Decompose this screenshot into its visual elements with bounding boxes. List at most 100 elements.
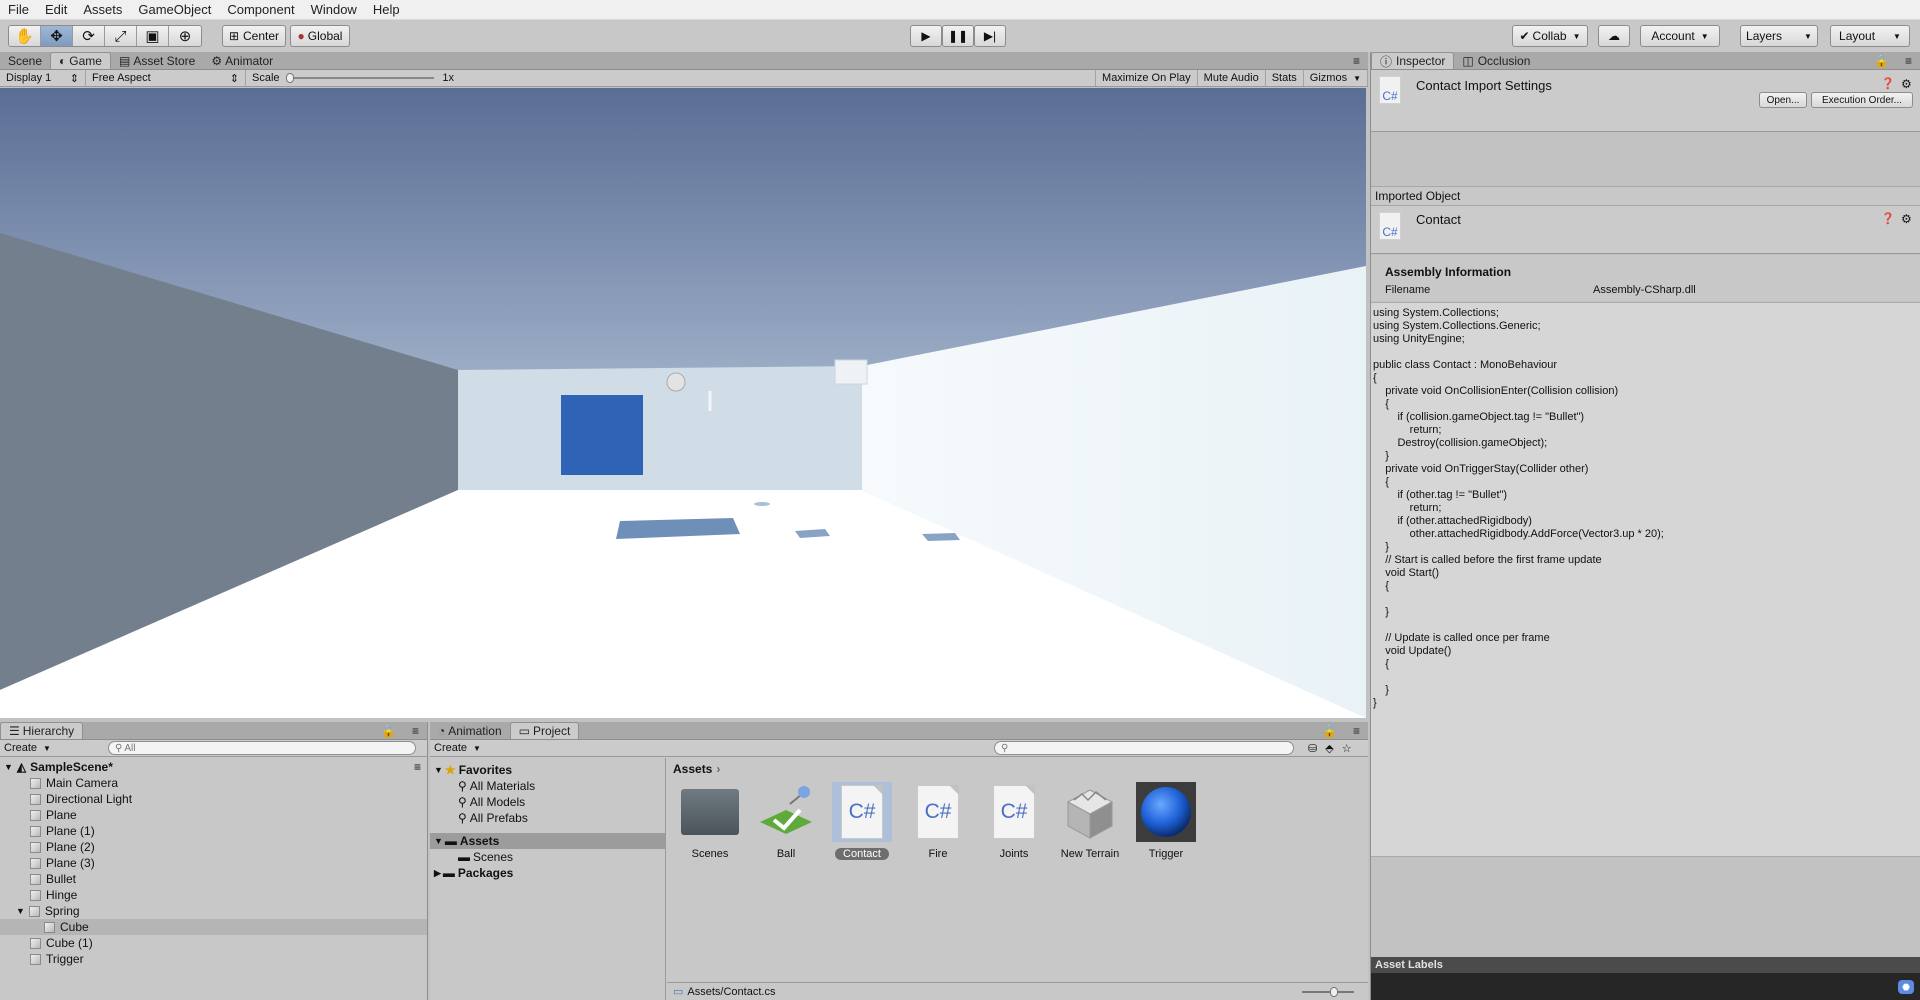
expand-arrow-icon[interactable]: ▼ bbox=[16, 906, 25, 916]
help-icon[interactable]: ❓ bbox=[1881, 212, 1895, 225]
execution-order-button[interactable]: Execution Order... bbox=[1811, 92, 1913, 108]
hierarchy-item[interactable]: ▼ Spring bbox=[0, 903, 427, 919]
panel-menu-icon[interactable]: ≡ bbox=[1897, 52, 1920, 69]
filter-type-icon[interactable]: ⛁ bbox=[1308, 742, 1317, 755]
stats-toggle[interactable]: Stats bbox=[1266, 70, 1304, 86]
maximize-on-play-toggle[interactable]: Maximize On Play bbox=[1095, 70, 1198, 86]
aspect-dropdown[interactable]: Free Aspect ⇕ bbox=[86, 70, 246, 86]
asset-ball[interactable]: Ball bbox=[749, 782, 823, 860]
menu-component[interactable]: Component bbox=[219, 2, 302, 17]
favorite-star-icon[interactable]: ☆ bbox=[1342, 742, 1352, 755]
hierarchy-item[interactable]: Directional Light bbox=[0, 791, 427, 807]
hierarchy-item[interactable]: Plane (3) bbox=[0, 855, 427, 871]
hierarchy-item[interactable]: Hinge bbox=[0, 887, 427, 903]
expand-arrow-icon[interactable]: ▼ bbox=[434, 836, 443, 846]
expand-arrow-icon[interactable]: ▼ bbox=[434, 765, 443, 775]
hierarchy-item[interactable]: Trigger bbox=[0, 951, 427, 967]
panel-menu-icon[interactable]: ≡ bbox=[1345, 722, 1368, 739]
pivot-center-button[interactable]: ⊞ Center bbox=[222, 25, 286, 47]
open-button[interactable]: Open... bbox=[1759, 92, 1807, 108]
menu-assets[interactable]: Assets bbox=[75, 2, 130, 17]
move-tool-icon[interactable]: ✥ bbox=[41, 26, 73, 46]
tab-animation[interactable]: ◔ Animation bbox=[430, 722, 510, 739]
scale-tool-icon[interactable]: ⤢ bbox=[105, 26, 137, 46]
settings-gear-icon[interactable]: ⚙ bbox=[1901, 77, 1912, 91]
collab-dropdown[interactable]: ✔ Collab ▼ bbox=[1512, 25, 1588, 47]
account-dropdown[interactable]: Account ▼ bbox=[1640, 25, 1720, 47]
layout-dropdown[interactable]: Layout ▼ bbox=[1830, 25, 1910, 47]
lock-icon[interactable]: 🔒 bbox=[1314, 722, 1345, 739]
step-button[interactable]: ▶| bbox=[974, 25, 1006, 47]
lock-icon[interactable]: 🔒 bbox=[1866, 52, 1897, 69]
packages-folder-row[interactable]: ▶ ▬ Packages bbox=[430, 865, 665, 881]
label-tag-icon[interactable]: ⬣ bbox=[1898, 980, 1914, 994]
hierarchy-item[interactable]: Plane bbox=[0, 807, 427, 823]
expand-arrow-icon[interactable]: ▼ bbox=[4, 762, 13, 772]
assets-folder-row[interactable]: ▼ ▬ Assets bbox=[430, 833, 665, 849]
asset-new-terrain[interactable]: New Terrain bbox=[1053, 782, 1127, 860]
expand-arrow-icon[interactable]: ▶ bbox=[434, 868, 441, 879]
favorite-all-models[interactable]: ⚲ All Models bbox=[430, 794, 665, 810]
scene-row[interactable]: ▼ ◭ SampleScene* ≡ bbox=[0, 759, 427, 775]
hierarchy-item[interactable]: Cube bbox=[0, 919, 427, 935]
mute-audio-toggle[interactable]: Mute Audio bbox=[1198, 70, 1266, 86]
help-icon[interactable]: ❓ bbox=[1881, 77, 1895, 90]
hierarchy-item[interactable]: Plane (1) bbox=[0, 823, 427, 839]
panel-menu-icon[interactable]: ≡ bbox=[404, 722, 427, 739]
hierarchy-search-input[interactable]: ⚲ All bbox=[108, 741, 416, 755]
rect-tool-icon[interactable]: ▣ bbox=[137, 26, 169, 46]
panel-menu-icon[interactable]: ≡ bbox=[1345, 52, 1368, 69]
scenes-folder-row[interactable]: ▬ Scenes bbox=[430, 849, 665, 865]
favorite-all-materials[interactable]: ⚲ All Materials bbox=[430, 778, 665, 794]
tab-game[interactable]: ◐ Game bbox=[50, 52, 111, 69]
asset-fire[interactable]: C# Fire bbox=[901, 782, 975, 860]
display-dropdown[interactable]: Display 1 ⇕ bbox=[0, 70, 86, 86]
hierarchy-item[interactable]: Plane (2) bbox=[0, 839, 427, 855]
lock-icon[interactable]: 🔒 bbox=[373, 722, 404, 739]
scene-menu-icon[interactable]: ≡ bbox=[414, 760, 421, 774]
menu-edit[interactable]: Edit bbox=[37, 2, 75, 17]
favorite-all-prefabs[interactable]: ⚲ All Prefabs bbox=[430, 810, 665, 826]
cloud-button[interactable]: ☁ bbox=[1598, 25, 1630, 47]
hierarchy-create-dropdown[interactable]: Create ▼ bbox=[4, 742, 54, 754]
menu-gameobject[interactable]: GameObject bbox=[130, 2, 219, 17]
hierarchy-item-label: Spring bbox=[44, 904, 80, 918]
game-viewport[interactable] bbox=[0, 88, 1366, 718]
scale-slider-thumb[interactable] bbox=[285, 73, 294, 83]
menu-window[interactable]: Window bbox=[303, 2, 365, 17]
favorites-row[interactable]: ▼ ★ Favorites bbox=[430, 762, 665, 778]
tab-hierarchy[interactable]: ☰ Hierarchy bbox=[0, 722, 84, 739]
asset-scenes[interactable]: Scenes bbox=[673, 782, 747, 860]
tab-project[interactable]: ▭ Project bbox=[509, 722, 580, 739]
asset-joints[interactable]: C# Joints bbox=[977, 782, 1051, 860]
thumbnail-size-thumb[interactable] bbox=[1330, 986, 1338, 997]
tab-animator[interactable]: ⚙ Animator bbox=[203, 52, 281, 69]
tab-occlusion[interactable]: ◫ Occlusion bbox=[1454, 52, 1538, 69]
pause-button[interactable]: ❚❚ bbox=[942, 25, 974, 47]
hierarchy-item[interactable]: Cube (1) bbox=[0, 935, 427, 951]
tab-inspector[interactable]: ⓘ Inspector bbox=[1371, 52, 1455, 69]
hand-tool-icon[interactable]: ✋ bbox=[9, 26, 41, 46]
pivot-global-button[interactable]: ● Global bbox=[290, 25, 350, 47]
tab-asset-store[interactable]: ▤ Asset Store bbox=[111, 52, 203, 69]
filter-label-icon[interactable]: ⬘ bbox=[1325, 742, 1333, 755]
menu-help[interactable]: Help bbox=[365, 2, 408, 17]
scale-slider[interactable] bbox=[285, 73, 435, 83]
project-search-input[interactable]: ⚲ bbox=[994, 741, 1294, 755]
asset-contact[interactable]: C# Contact bbox=[825, 782, 899, 860]
gizmos-dropdown[interactable]: Gizmos ▼ bbox=[1304, 70, 1368, 86]
project-create-dropdown[interactable]: Create ▼ bbox=[434, 742, 484, 754]
play-button[interactable]: ▶ bbox=[910, 25, 942, 47]
rotate-tool-icon[interactable]: ⟳ bbox=[73, 26, 105, 46]
settings-gear-icon[interactable]: ⚙ bbox=[1901, 212, 1912, 226]
asset-grid: Assets › Scenes Ball C# Contact C# Fire C… bbox=[667, 758, 1368, 982]
hierarchy-item-label: Plane (3) bbox=[46, 856, 95, 870]
asset-trigger[interactable]: Trigger bbox=[1129, 782, 1203, 860]
menu-file[interactable]: File bbox=[0, 2, 37, 17]
layers-dropdown[interactable]: Layers ▼ bbox=[1740, 25, 1818, 47]
thumbnail-size-slider[interactable] bbox=[1302, 986, 1354, 997]
tab-scene[interactable]: Scene bbox=[0, 52, 50, 69]
transform-tool-icon[interactable]: ⊕ bbox=[169, 26, 201, 46]
hierarchy-item[interactable]: Main Camera bbox=[0, 775, 427, 791]
hierarchy-item[interactable]: Bullet bbox=[0, 871, 427, 887]
